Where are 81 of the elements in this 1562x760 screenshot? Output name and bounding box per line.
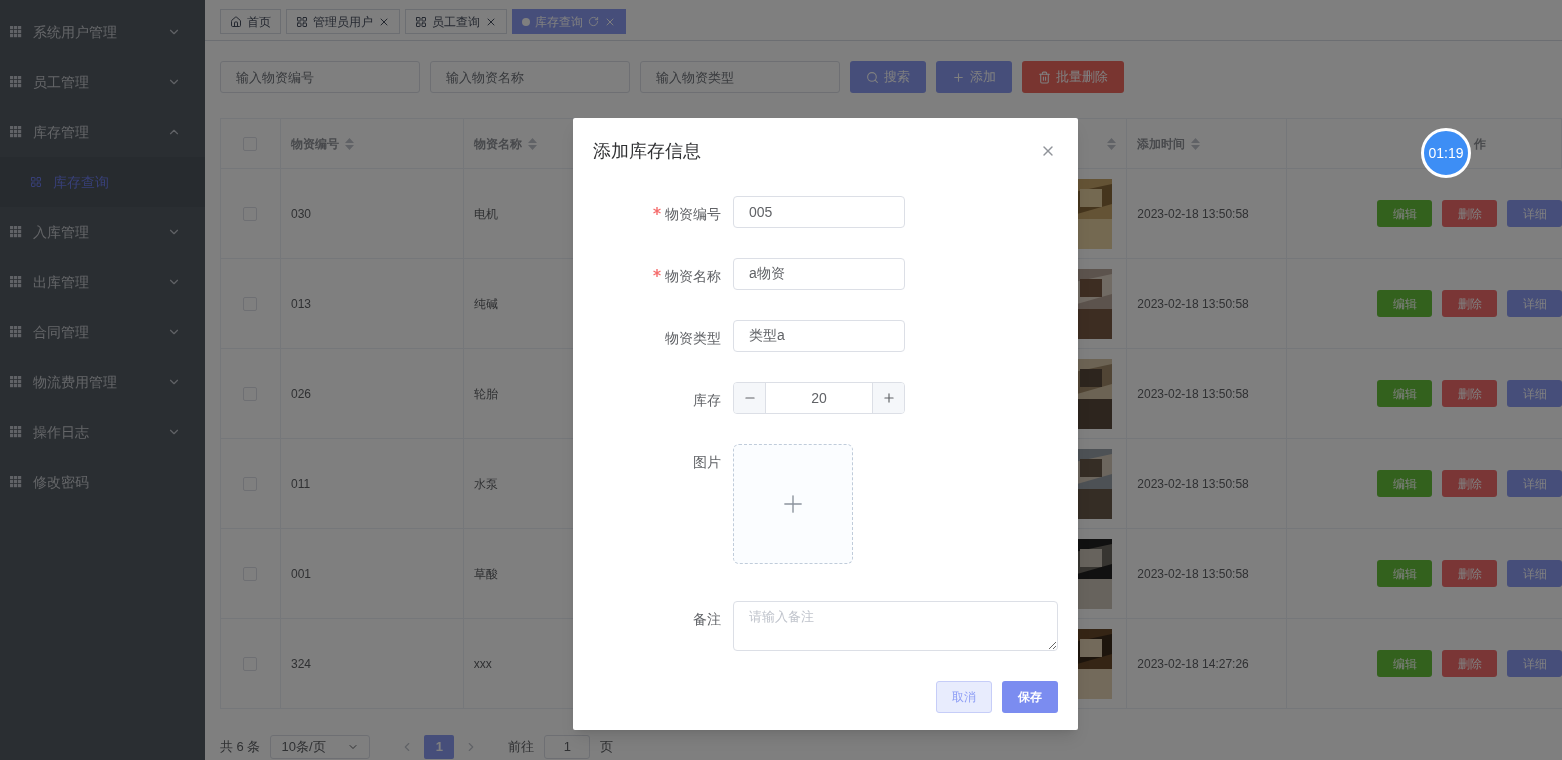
home-icon — [230, 15, 242, 28]
row-action-button[interactable]: 删除 — [1442, 290, 1497, 317]
page-tab[interactable]: 员工查询 — [405, 9, 507, 34]
grid-icon — [296, 15, 308, 28]
search-field[interactable]: 输入物资类型 — [640, 61, 840, 93]
timer-badge: 01:19 — [1421, 128, 1471, 178]
field-label: 物资编号 — [665, 205, 721, 224]
field-label: 图片 — [693, 453, 721, 472]
row-action-button[interactable]: 编辑 — [1377, 200, 1432, 227]
text-input[interactable]: 005 — [733, 196, 905, 228]
field-label: 库存 — [693, 391, 721, 410]
table-cell-text: 2023-02-18 13:50:58 — [1137, 565, 1249, 583]
grid-icon — [415, 15, 427, 28]
grid-icon — [10, 476, 22, 488]
table-cell-text: 324 — [290, 655, 311, 673]
table-cell-text: 2023-02-18 13:50:58 — [1137, 385, 1249, 403]
row-action-button[interactable]: 删除 — [1442, 560, 1497, 587]
search-field[interactable]: 输入物资编号 — [220, 61, 420, 93]
grid-icon — [10, 76, 22, 88]
row-action-button[interactable]: 删除 — [1442, 650, 1497, 677]
table-cell-text: 2023-02-18 14:27:26 — [1137, 655, 1249, 673]
field-label: 物资类型 — [665, 329, 721, 348]
text-input[interactable]: 类型a — [733, 320, 905, 352]
table-cell-text: 轮胎 — [473, 385, 498, 403]
refresh-icon[interactable] — [588, 16, 599, 27]
grid-icon — [10, 276, 22, 288]
table-cell-text: 草酸 — [473, 565, 498, 583]
table-cell-text: 030 — [290, 205, 311, 223]
row-action-button[interactable]: 删除 — [1442, 470, 1497, 497]
page-size-select[interactable]: 10条/页 — [270, 735, 371, 759]
grid-icon — [30, 176, 42, 188]
goto-field[interactable]: 1 — [544, 735, 591, 759]
table-cell-text: 2023-02-18 13:50:58 — [1137, 475, 1249, 493]
dialog-button[interactable]: 取消 — [936, 681, 992, 713]
sort-icon[interactable] — [1191, 137, 1201, 150]
row-action-button[interactable]: 编辑 — [1377, 290, 1432, 317]
grid-icon — [10, 26, 22, 38]
table-cell-text: 水泵 — [473, 475, 498, 493]
grid-icon — [10, 376, 22, 388]
dialog-title: 添加库存信息 — [593, 139, 701, 163]
table-cell-text: xxx — [473, 655, 492, 673]
plus-icon — [952, 70, 965, 84]
number-input[interactable]: 20 — [733, 382, 905, 414]
row-action-button[interactable]: 编辑 — [1377, 380, 1432, 407]
row-action-button[interactable]: 删除 — [1442, 200, 1497, 227]
sort-icon[interactable] — [527, 137, 537, 150]
table-cell-text: 2023-02-18 13:50:58 — [1137, 295, 1249, 313]
sort-icon[interactable] — [1107, 137, 1117, 150]
row-action-button[interactable]: 编辑 — [1377, 560, 1432, 587]
search-field[interactable]: 输入物资名称 — [430, 61, 630, 93]
grid-icon — [10, 126, 22, 138]
table-cell-text: 001 — [290, 565, 311, 583]
table-cell-text: 011 — [290, 475, 311, 493]
toolbar-button[interactable]: 批量删除 — [1022, 61, 1124, 93]
remark-textarea[interactable]: 请输入备注 — [733, 601, 1058, 651]
trash-icon — [1038, 70, 1051, 84]
sidebar-item[interactable]: 修改密码 — [0, 457, 205, 507]
table-cell-text: 纯碱 — [473, 295, 498, 313]
dialog-button[interactable]: 保存 — [1002, 681, 1058, 713]
row-action-button[interactable]: 编辑 — [1377, 470, 1432, 497]
table-cell-text: 026 — [290, 385, 311, 403]
plus-icon[interactable] — [881, 391, 896, 405]
table-cell-text: 电机 — [473, 205, 498, 223]
field-label: 物资名称 — [665, 267, 721, 286]
text-input[interactable]: a物资 — [733, 258, 905, 290]
row-action-button[interactable]: 编辑 — [1377, 650, 1432, 677]
sort-icon[interactable] — [344, 137, 354, 150]
upload-area[interactable] — [733, 444, 853, 564]
goto-suffix: 页 — [600, 738, 614, 757]
page-tab[interactable]: 管理员用户 — [286, 9, 400, 34]
grid-icon — [10, 326, 22, 338]
field-label: 备注 — [693, 610, 721, 629]
grid-icon — [10, 226, 22, 238]
total-count: 共 6 条 — [220, 738, 261, 757]
table-cell-text: 013 — [290, 295, 311, 313]
goto-label: 前往 — [508, 738, 535, 757]
page-tab[interactable]: 首页 — [220, 9, 281, 34]
row-action-button[interactable]: 删除 — [1442, 380, 1497, 407]
table-cell-text: 2023-02-18 13:50:58 — [1137, 205, 1249, 223]
search-icon — [866, 70, 879, 84]
grid-icon — [10, 426, 22, 438]
